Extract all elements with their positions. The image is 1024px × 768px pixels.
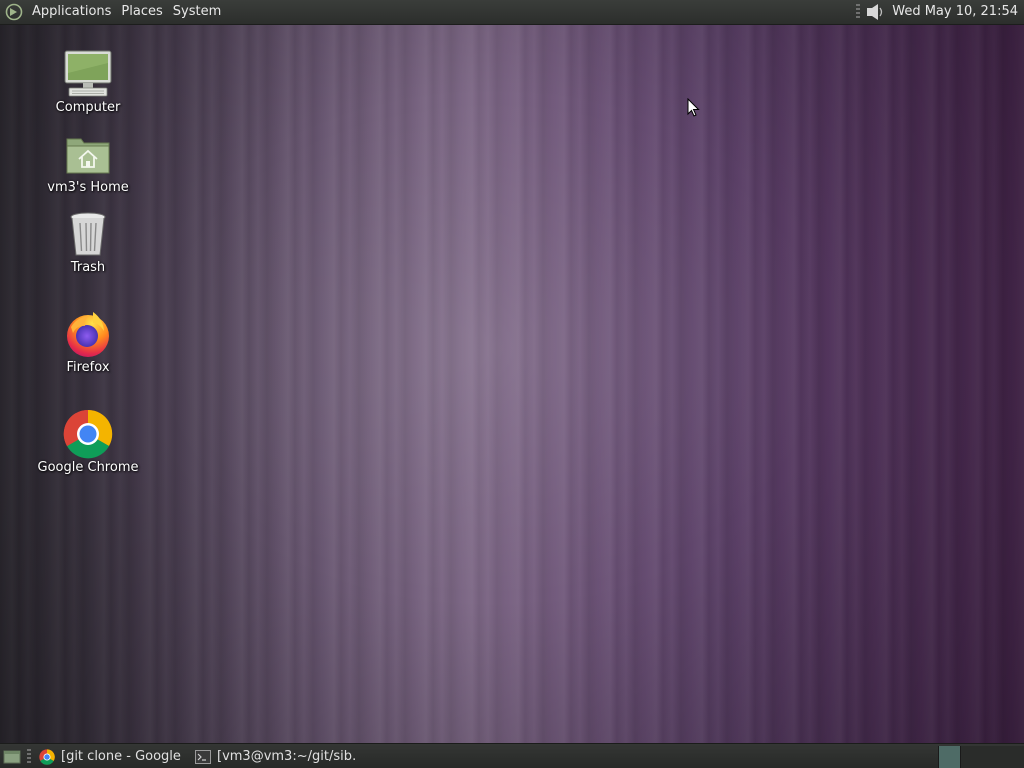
volume-icon[interactable]: [864, 1, 886, 23]
bottom-panel: [git clone - Google S… [vm3@vm3:~/git/si…: [0, 743, 1024, 768]
screen: Applications Places System Wed May 10, 2…: [0, 0, 1024, 768]
menu-places[interactable]: Places: [117, 0, 166, 24]
computer-icon: [63, 49, 113, 99]
desktop-icon-label: Google Chrome: [37, 460, 139, 475]
chrome-icon: [63, 409, 113, 459]
firefox-icon: [63, 309, 113, 359]
chrome-icon: [39, 748, 55, 765]
home-folder-icon: [63, 129, 113, 179]
top-panel: Applications Places System Wed May 10, 2…: [0, 0, 1024, 25]
wallpaper-shading: [0, 25, 1024, 743]
desktop-icon-label: Computer: [55, 100, 121, 115]
desktop-icon-trash[interactable]: Trash: [33, 209, 143, 275]
desktop-icon-computer[interactable]: Computer: [33, 49, 143, 115]
menu-applications[interactable]: Applications: [28, 0, 115, 24]
desktop-icon-firefox[interactable]: Firefox: [33, 309, 143, 375]
show-desktop-button[interactable]: [1, 746, 23, 768]
clock[interactable]: Wed May 10, 21:54: [892, 0, 1024, 24]
mouse-pointer-icon: [687, 98, 700, 117]
show-desktop-icon: [3, 750, 21, 763]
desktop-icon-label: vm3's Home: [47, 180, 129, 195]
desktop-icon-label: Firefox: [66, 360, 110, 375]
desktop-icon-label: Trash: [70, 260, 106, 275]
trash-icon: [63, 209, 113, 259]
panel-handle[interactable]: [856, 4, 861, 20]
task-label: [vm3@vm3:~/git/sib…: [217, 749, 355, 764]
workspace-1[interactable]: [938, 745, 960, 768]
desktop[interactable]: Computer vm3's Home Trash Firefox Google…: [0, 25, 1024, 743]
desktop-icon-chrome[interactable]: Google Chrome: [33, 409, 143, 475]
task-label: [git clone - Google S…: [61, 749, 185, 764]
panel-handle[interactable]: [27, 748, 31, 765]
workspace-2[interactable]: [960, 745, 1024, 768]
terminal-icon: [195, 749, 211, 765]
desktop-icon-home[interactable]: vm3's Home: [33, 129, 143, 195]
task-chrome[interactable]: [git clone - Google S…: [35, 746, 191, 768]
menu-system[interactable]: System: [169, 0, 225, 24]
task-terminal[interactable]: [vm3@vm3:~/git/sib…: [191, 746, 361, 768]
mate-logo-icon[interactable]: [4, 2, 24, 22]
